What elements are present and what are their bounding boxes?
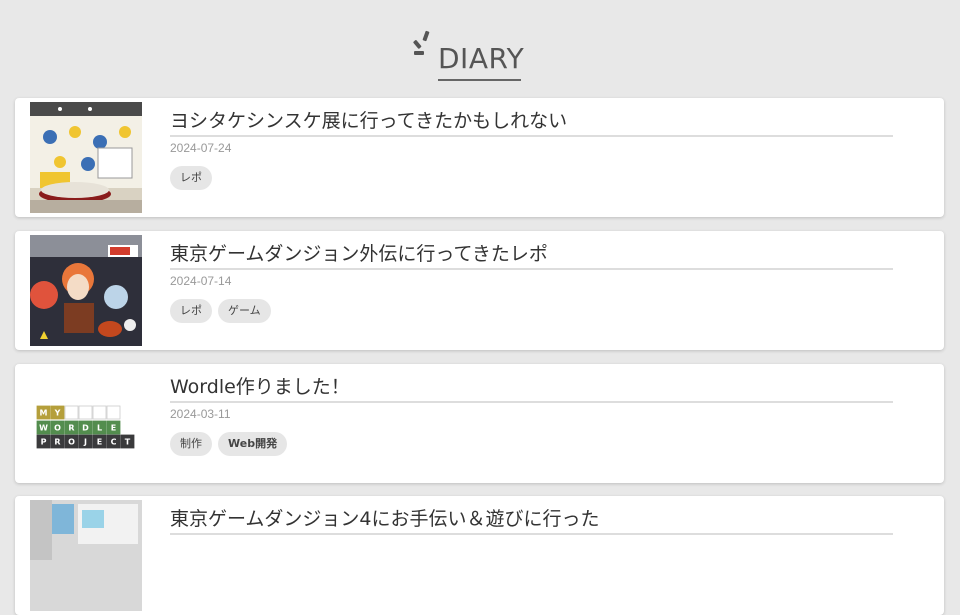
diary-card[interactable]: MYWORDLEPROJECT Wordle作りました！ 2024-03-11 … (15, 364, 944, 483)
tag-chip[interactable]: Web開発 (218, 432, 288, 456)
wordle-tile-letter: M (40, 409, 48, 418)
wordle-tile-letter: C (111, 438, 117, 447)
wordle-tile-letter: P (41, 438, 47, 447)
wordle-tile (92, 405, 107, 420)
wordle-tile-letter: R (54, 438, 60, 447)
wordle-tile-letter: J (83, 438, 87, 447)
event-photo-image (30, 500, 142, 611)
wordle-tile-letter: E (97, 438, 102, 447)
tag-list: レポ ゲーム (170, 299, 271, 323)
post-date: 2024-03-11 (170, 407, 231, 421)
wordle-tile (106, 405, 121, 420)
post-title[interactable]: 東京ゲームダンジョン外伝に行ってきたレポ (170, 241, 893, 270)
tag-chip[interactable]: レポ (170, 166, 212, 190)
diary-card[interactable]: 東京ゲームダンジョン4にお手伝い＆遊びに行った (15, 496, 944, 615)
post-date: 2024-07-24 (170, 141, 232, 155)
diary-card[interactable]: 東京ゲームダンジョン外伝に行ってきたレポ 2024-07-14 レポ ゲーム (15, 231, 944, 350)
tag-chip[interactable]: ゲーム (218, 299, 271, 323)
wordle-tile-letter: L (97, 424, 102, 433)
post-thumbnail[interactable] (30, 235, 142, 346)
post-title[interactable]: ヨシタケシンスケ展に行ってきたかもしれない (170, 108, 893, 137)
wordle-logo-image: M YW O R D L EP R O J E C T (36, 405, 135, 449)
wordle-tile-letter: E (111, 424, 116, 433)
tag-chip[interactable]: レポ (170, 299, 212, 323)
page-title: DIARY (438, 42, 525, 75)
title-underline (438, 79, 521, 81)
wordle-tile-letter: O (54, 424, 61, 433)
wordle-tile-letter: R (68, 424, 74, 433)
post-title[interactable]: Wordle作りました！ (170, 374, 893, 403)
wordle-tile (78, 405, 93, 420)
tag-chip[interactable]: 制作 (170, 432, 212, 456)
post-title[interactable]: 東京ゲームダンジョン4にお手伝い＆遊びに行った (170, 506, 893, 535)
wordle-tile-letter: D (82, 424, 89, 433)
post-thumbnail[interactable] (30, 102, 142, 213)
wordle-tile-letter: T (125, 438, 131, 447)
wordle-tile-letter: W (39, 424, 48, 433)
wordle-tile-letter: O (68, 438, 75, 447)
exhibition-photo-image (30, 102, 142, 213)
post-date: 2024-07-14 (170, 274, 232, 288)
sparkle-icon (413, 30, 430, 55)
wordle-tile-letter: Y (54, 409, 61, 418)
diary-card[interactable]: ヨシタケシンスケ展に行ってきたかもしれない 2024-07-24 レポ (15, 98, 944, 217)
tag-list: 制作 Web開発 (170, 432, 288, 456)
event-photo-image (30, 235, 142, 346)
post-thumbnail[interactable]: MYWORDLEPROJECT (30, 368, 142, 479)
tag-list: レポ (170, 166, 212, 190)
page-header: DIARY (0, 28, 960, 88)
wordle-tile (64, 405, 79, 420)
post-thumbnail[interactable] (30, 500, 142, 611)
